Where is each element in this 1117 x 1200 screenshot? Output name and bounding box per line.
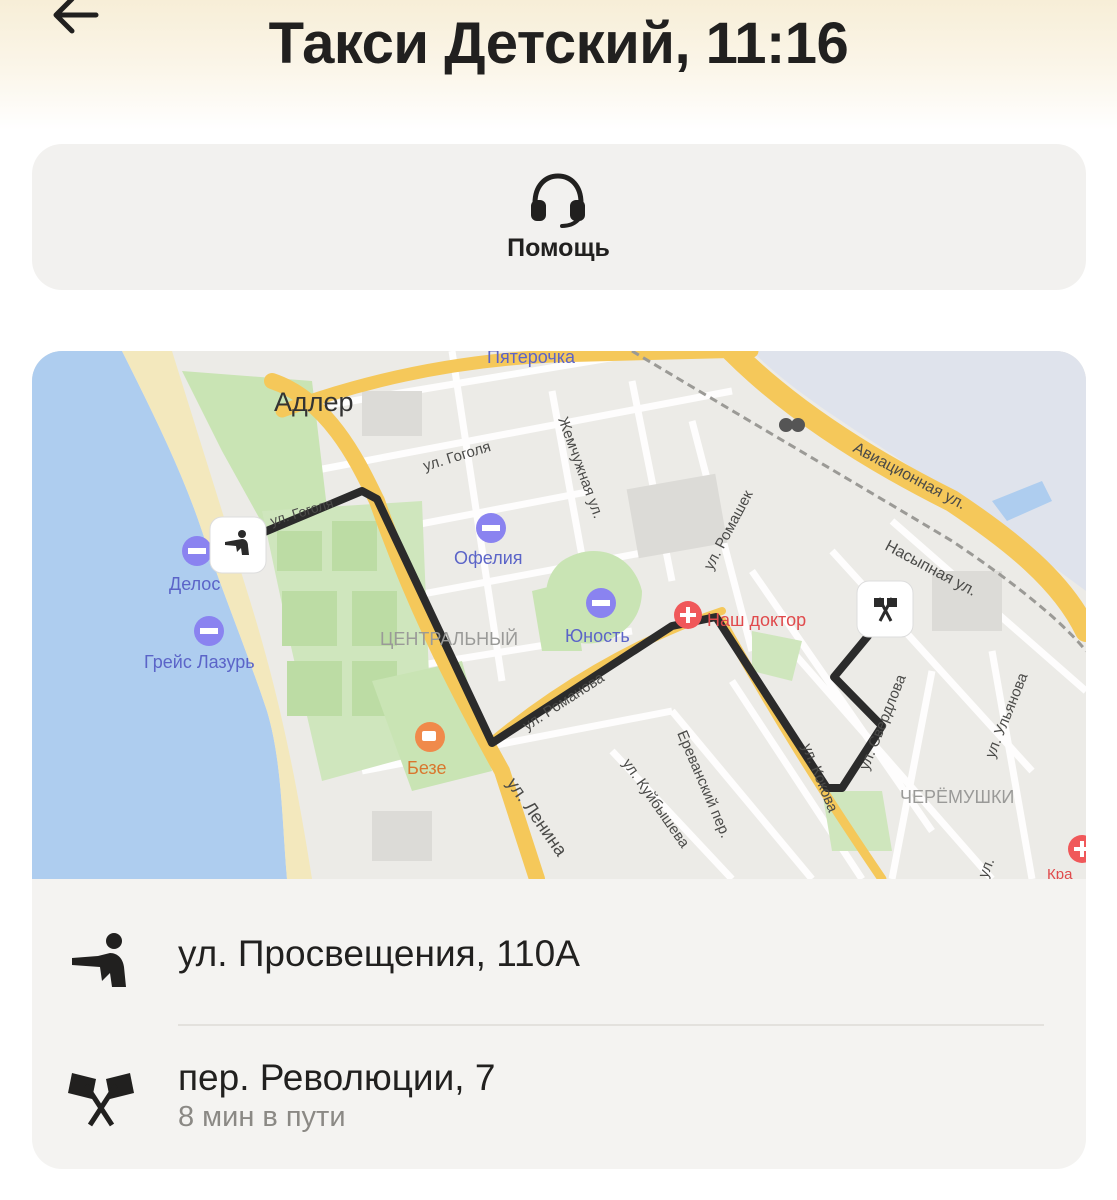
map-label-pyaterochka: Пятерочка: [487, 351, 576, 367]
hotel-icon: [476, 513, 506, 543]
pickup-address: ул. Просвещения, 110А: [178, 933, 580, 974]
pickup-row[interactable]: ул. Просвещения, 110А: [32, 909, 1086, 1019]
cafe-icon: [415, 722, 445, 752]
map-label-kra: Кра: [1047, 866, 1073, 879]
trip-duration: 8 мин в пути: [178, 1101, 346, 1133]
destination-address: пер. Революции, 7: [178, 1057, 496, 1098]
trip-card: Адлер Пятерочка ул. Гоголя ул. Гоголя Же…: [32, 351, 1086, 1169]
headset-icon: [531, 173, 585, 228]
map-label-cheryomushki: ЧЕРЁМУШКИ: [900, 787, 1014, 807]
map-label-greis: Грейс Лазурь: [144, 652, 255, 672]
map-label-yunost: Юность: [565, 626, 630, 646]
header: Такси Детский, 11:16: [0, 0, 1117, 130]
hotel-icon: [194, 616, 224, 646]
map-label-tsentralny: ЦЕНТРАЛЬНЫЙ: [380, 628, 518, 649]
divider: [178, 1024, 1044, 1026]
hotel-icon: [182, 536, 212, 566]
page-title: Такси Детский, 11:16: [268, 11, 849, 76]
map-label-delos: Делос: [169, 574, 220, 594]
map-label-nash-doktor: Наш доктор: [707, 610, 806, 630]
pickup-marker[interactable]: [209, 516, 267, 574]
sport-icon: [586, 588, 616, 618]
map-label-beze: Безе: [407, 758, 447, 778]
medical-icon: [674, 601, 702, 629]
destination-marker[interactable]: [856, 580, 914, 638]
finish-flags-icon: [68, 1073, 134, 1127]
map-label-city: Адлер: [274, 387, 354, 417]
route-map[interactable]: Адлер Пятерочка ул. Гоголя ул. Гоголя Же…: [32, 351, 1086, 887]
destination-row[interactable]: пер. Революции, 7 8 мин в пути: [32, 1041, 1086, 1161]
map-label-ofelia: Офелия: [454, 548, 523, 568]
pickup-person-icon: [72, 933, 126, 987]
help-label: Помощь: [507, 234, 610, 262]
